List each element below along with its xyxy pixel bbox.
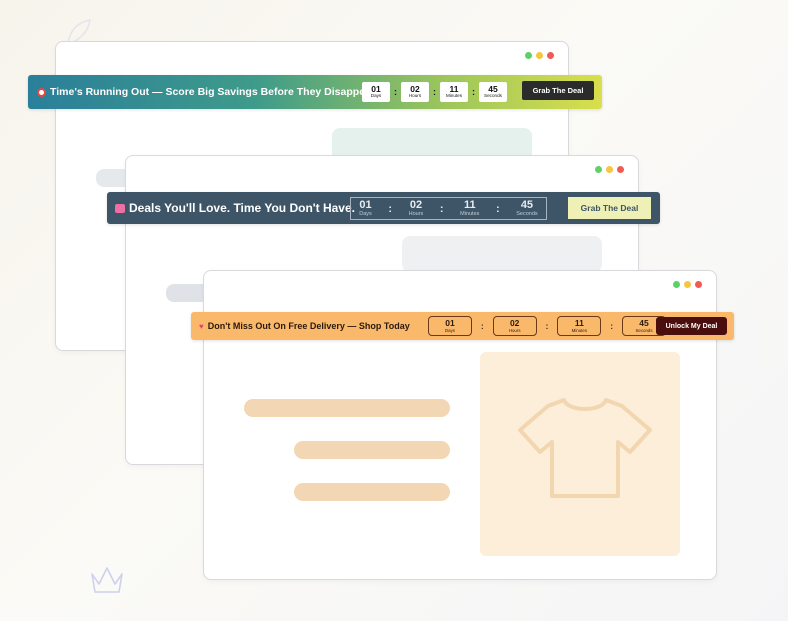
countdown-timer: 01 Days : 02 Hours : 11 Minutes : 45 Seconds <box>350 197 547 220</box>
promo-banner-mockup: Time's Running Out — Score Big Savings B… <box>0 0 788 621</box>
crown-decoration-icon <box>91 567 123 593</box>
minimize-dot[interactable] <box>536 52 543 59</box>
countdown-separator: : <box>388 202 393 215</box>
countdown-separator: : <box>545 321 549 331</box>
countdown-timer: 01 Days : 02 Hours : 11 Minutes : 45 Seconds <box>428 316 667 336</box>
placeholder-block <box>402 236 602 272</box>
countdown-banner-2: Deals You'll Love. Time You Don't Have. … <box>107 192 660 224</box>
countdown-days: 01 Days <box>362 82 390 102</box>
countdown-banner-3: ♥ Don't Miss Out On Free Delivery — Shop… <box>191 312 734 340</box>
countdown-days: 01 Days <box>359 198 372 217</box>
maximize-dot[interactable] <box>525 52 532 59</box>
close-dot[interactable] <box>547 52 554 59</box>
countdown-separator: : <box>610 321 614 331</box>
product-card[interactable] <box>480 352 680 556</box>
countdown-days: 01 Days <box>428 316 472 336</box>
maximize-dot[interactable] <box>673 281 680 288</box>
tshirt-icon <box>518 398 652 498</box>
shopping-bag-icon <box>115 203 125 213</box>
countdown-separator: : <box>472 87 475 97</box>
minimize-dot[interactable] <box>684 281 691 288</box>
countdown-separator: : <box>495 202 500 215</box>
banner-text: Deals You'll Love. Time You Don't Have. <box>129 201 355 215</box>
countdown-minutes: 11 Minutes <box>557 316 602 336</box>
countdown-timer: 01 Days : 02 Hours : 11 Minutes : 45 Seconds <box>362 81 507 103</box>
maximize-dot[interactable] <box>595 166 602 173</box>
alarm-clock-icon <box>37 87 46 97</box>
placeholder-line <box>244 399 450 417</box>
minimize-dot[interactable] <box>606 166 613 173</box>
banner-message: ♥ Don't Miss Out On Free Delivery — Shop… <box>199 312 410 340</box>
placeholder-line <box>294 441 450 459</box>
countdown-seconds: 45 Seconds <box>516 198 538 217</box>
window-controls <box>673 281 702 288</box>
countdown-seconds: 45 Seconds <box>479 82 507 102</box>
countdown-banner-1: Time's Running Out — Score Big Savings B… <box>28 75 602 109</box>
banner-text: Time's Running Out — Score Big Savings B… <box>50 86 379 98</box>
banner-message: Deals You'll Love. Time You Don't Have. <box>115 192 355 224</box>
countdown-separator: : <box>439 202 444 215</box>
unlock-deal-button[interactable]: Unlock My Deal <box>656 317 727 335</box>
countdown-hours: 02 Hours <box>492 316 537 336</box>
countdown-minutes: 11 Minutes <box>460 198 480 217</box>
countdown-separator: : <box>481 321 484 331</box>
banner-message: Time's Running Out — Score Big Savings B… <box>37 75 378 109</box>
banner-text: Don't Miss Out On Free Delivery — Shop T… <box>207 321 410 331</box>
countdown-separator: : <box>394 87 397 97</box>
window-controls <box>595 166 624 173</box>
placeholder-line <box>294 483 450 501</box>
grab-deal-button[interactable]: Grab The Deal <box>568 197 651 219</box>
close-dot[interactable] <box>617 166 624 173</box>
grab-deal-button[interactable]: Grab The Deal <box>522 81 594 100</box>
close-dot[interactable] <box>695 281 702 288</box>
countdown-separator: : <box>433 87 436 97</box>
countdown-hours: 02 Hours <box>401 82 429 102</box>
window-controls <box>525 52 554 59</box>
heart-icon: ♥ <box>199 321 204 331</box>
countdown-hours: 02 Hours <box>408 198 424 217</box>
countdown-minutes: 11 Minutes <box>440 82 468 102</box>
